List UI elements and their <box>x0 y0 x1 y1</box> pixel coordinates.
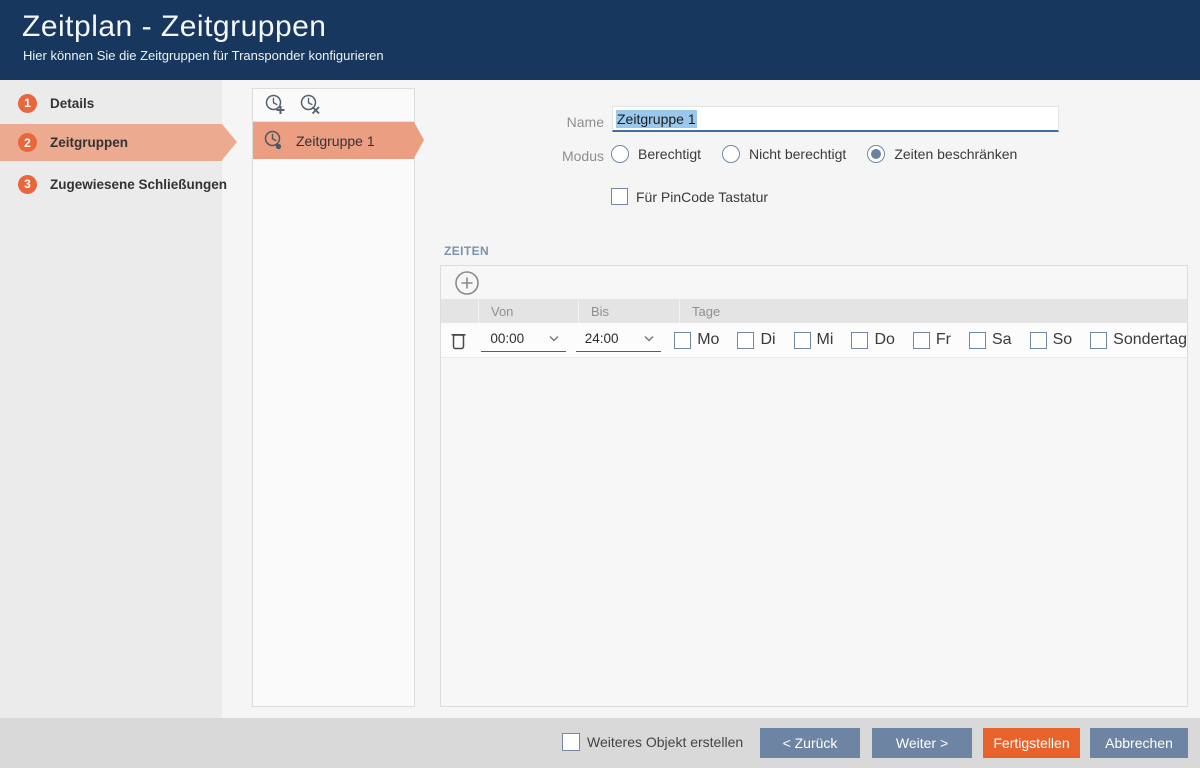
modus-radio-group: Berechtigt Nicht berechtigt Zeiten besch… <box>611 145 1017 163</box>
time-group-name: Zeitgruppe 1 <box>296 133 375 149</box>
day-checkbox-di[interactable]: Di <box>737 331 775 349</box>
checkbox-icon <box>969 332 986 349</box>
day-checkbox-sondertag[interactable]: Sondertag <box>1090 331 1187 349</box>
sidebar-step-details[interactable]: 1 Details <box>0 86 222 120</box>
column-header-actions <box>441 299 479 323</box>
day-label: Mo <box>697 331 719 349</box>
day-label: Mi <box>817 331 834 349</box>
sidebar-step-zugewiesene-schliessungen[interactable]: 3 Zugewiesene Schließungen <box>0 167 222 201</box>
name-input-selected-text: Zeitgruppe 1 <box>616 110 697 128</box>
day-checkbox-mo[interactable]: Mo <box>674 331 719 349</box>
add-time-group-button[interactable] <box>264 93 287 117</box>
delete-time-group-button[interactable] <box>299 93 322 117</box>
bis-time-value: 24:00 <box>585 331 619 346</box>
day-checkbox-so[interactable]: So <box>1030 331 1073 349</box>
name-field-label: Name <box>440 114 604 130</box>
checkbox-icon <box>674 332 691 349</box>
checkbox-icon <box>794 332 811 349</box>
day-checkbox-sa[interactable]: Sa <box>969 331 1012 349</box>
radio-nicht-berechtigt[interactable]: Nicht berechtigt <box>722 145 846 163</box>
step-label: Zeitgruppen <box>50 135 128 150</box>
chevron-down-icon <box>643 335 655 343</box>
radio-zeiten-beschraenken[interactable]: Zeiten beschränken <box>867 145 1017 163</box>
pincode-keyboard-checkbox[interactable]: Für PinCode Tastatur <box>611 188 768 205</box>
add-time-row-button[interactable] <box>454 270 480 296</box>
step-label: Details <box>50 96 94 111</box>
chevron-down-icon <box>548 335 560 343</box>
checkbox-icon <box>562 733 580 751</box>
step-number-badge: 1 <box>18 94 37 113</box>
wizard-footer: Weiteres Objekt erstellen < Zurück Weite… <box>0 718 1200 768</box>
radio-icon <box>611 145 629 163</box>
zeiten-table-header: Von Bis Tage <box>441 299 1187 323</box>
trash-icon <box>451 330 466 351</box>
time-group-icon <box>263 129 285 152</box>
day-checkbox-mi[interactable]: Mi <box>794 331 834 349</box>
time-group-list-panel: Zeitgruppe 1 <box>252 88 415 707</box>
page-title: Zeitplan - Zeitgruppen <box>22 10 1200 44</box>
back-button[interactable]: < Zurück <box>760 728 860 758</box>
zeiten-section-label: ZEITEN <box>444 244 489 258</box>
von-time-value: 00:00 <box>490 331 524 346</box>
checkbox-icon <box>737 332 754 349</box>
day-checkbox-fr[interactable]: Fr <box>913 331 951 349</box>
modus-field-label: Modus <box>440 148 604 164</box>
name-input[interactable]: Zeitgruppe 1 <box>612 106 1059 132</box>
delete-row-button[interactable] <box>451 330 466 351</box>
clock-plus-icon <box>264 93 287 117</box>
column-header-tage: Tage <box>680 299 1187 323</box>
cancel-button[interactable]: Abbrechen <box>1090 728 1188 758</box>
time-group-toolbar <box>253 89 414 122</box>
day-label: Do <box>874 331 894 349</box>
zeiten-table-panel: Von Bis Tage 00:00 24:00 <box>440 265 1188 707</box>
checkbox-icon <box>1090 332 1107 349</box>
column-header-von: Von <box>479 299 579 323</box>
day-label: Di <box>760 331 775 349</box>
next-button[interactable]: Weiter > <box>872 728 972 758</box>
step-number-badge: 3 <box>18 175 37 194</box>
column-header-bis: Bis <box>579 299 680 323</box>
wizard-header: Zeitplan - Zeitgruppen Hier können Sie d… <box>0 0 1200 80</box>
page-subtitle: Hier können Sie die Zeitgruppen für Tran… <box>23 48 1200 63</box>
clock-x-icon <box>299 93 322 117</box>
bis-time-select[interactable]: 24:00 <box>576 329 661 352</box>
checkbox-icon <box>1030 332 1047 349</box>
checkbox-label: Weiteres Objekt erstellen <box>587 734 743 750</box>
time-group-list-item-selected[interactable]: Zeitgruppe 1 <box>253 122 414 159</box>
finish-button[interactable]: Fertigstellen <box>983 728 1080 758</box>
radio-label: Berechtigt <box>638 146 701 162</box>
radio-berechtigt[interactable]: Berechtigt <box>611 145 701 163</box>
zeiten-table-row: 00:00 24:00 Mo Di <box>441 323 1187 358</box>
step-number-badge: 2 <box>18 133 37 152</box>
checkbox-icon <box>611 188 628 205</box>
wizard-step-sidebar: 1 Details 2 Zeitgruppen 3 Zugewiesene Sc… <box>0 80 222 718</box>
radio-icon <box>722 145 740 163</box>
step-label: Zugewiesene Schließungen <box>50 177 227 192</box>
radio-icon-selected <box>867 145 885 163</box>
radio-label: Nicht berechtigt <box>749 146 846 162</box>
checkbox-label: Für PinCode Tastatur <box>636 189 768 205</box>
radio-label: Zeiten beschränken <box>894 146 1017 162</box>
day-label: Sa <box>992 331 1012 349</box>
day-checkbox-group: Mo Di Mi Do Fr Sa <box>664 331 1187 349</box>
day-checkbox-do[interactable]: Do <box>851 331 894 349</box>
checkbox-icon <box>913 332 930 349</box>
sidebar-step-zeitgruppen[interactable]: 2 Zeitgruppen <box>0 124 222 161</box>
create-another-object-checkbox[interactable]: Weiteres Objekt erstellen <box>562 733 743 751</box>
zeiten-toolbar <box>441 266 1187 299</box>
von-time-select[interactable]: 00:00 <box>481 329 566 352</box>
day-label: So <box>1053 331 1073 349</box>
checkbox-icon <box>851 332 868 349</box>
plus-circle-icon <box>454 270 480 296</box>
day-label: Sondertag <box>1113 331 1187 349</box>
day-label: Fr <box>936 331 951 349</box>
